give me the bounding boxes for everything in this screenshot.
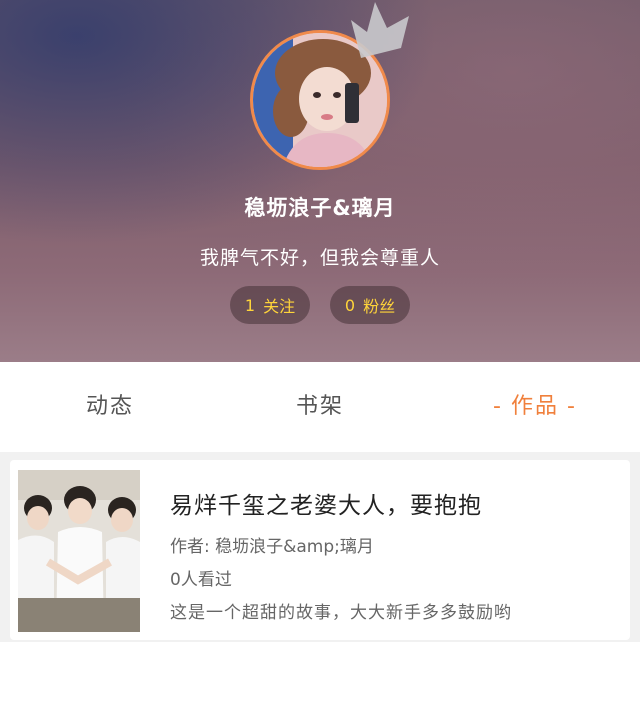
work-card[interactable]: 易烊千玺之老婆大人，要抱抱 作者: 稳坜浪子&amp;璃月 0人看过 这是一个超… [10,460,630,640]
tab-active-dash-left: - [493,394,503,419]
work-author: 作者: 稳坜浪子&amp;璃月 [170,537,374,557]
following-count: 1 [244,295,256,315]
bio: 我脾气不好，但我会尊重人 [199,247,440,269]
tab-works-label: 作品 [510,394,559,419]
crown-icon [351,2,409,58]
work-title[interactable]: 易烊千玺之老婆大人，要抱抱 [170,486,610,520]
book-cover-image [18,470,140,632]
following-count-button[interactable]: 1 关注 [230,286,310,324]
tab-works[interactable]: - 作品 - [470,362,600,452]
fans-label: 粉丝 [363,297,396,316]
tab-bookshelf[interactable]: 书架 [270,362,370,452]
fans-count: 0 [344,295,356,315]
username: 稳坜浪子&璃月 [244,196,396,220]
work-description: 这是一个超甜的故事，大大新手多多鼓励哟 [170,603,512,623]
profile-header: 稳坜浪子&璃月 我脾气不好，但我会尊重人 1 关注 0 粉丝 [0,0,640,362]
fans-count-button[interactable]: 0 粉丝 [330,286,410,324]
work-views: 0人看过 [170,570,232,590]
following-label: 关注 [263,297,296,316]
book-cover[interactable] [18,470,140,632]
tab-active-dash-right: - [567,394,577,419]
profile-tabs: 动态 书架 - 作品 - [0,362,640,452]
tab-activity[interactable]: 动态 [60,362,160,452]
